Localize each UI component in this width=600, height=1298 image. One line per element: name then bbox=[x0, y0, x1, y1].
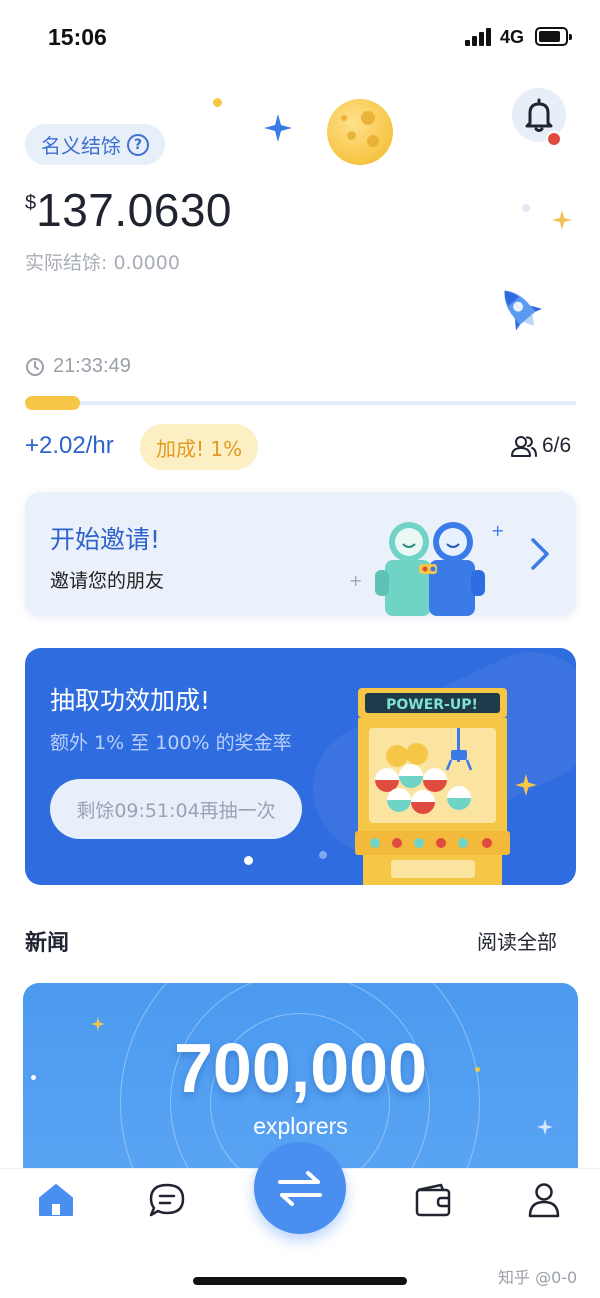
balance-amount: 137.0630 bbox=[36, 184, 232, 236]
news-headline-caption: explorers bbox=[253, 1113, 348, 1139]
draw-again-button[interactable]: 剩馀09:51:04再抽一次 bbox=[50, 779, 302, 839]
balance-display: $ 137.0630 bbox=[25, 183, 232, 237]
rocket-icon bbox=[504, 290, 543, 331]
mining-timer: 21:33:49 bbox=[25, 355, 131, 378]
moon-icon bbox=[327, 99, 393, 165]
astronaut-friends-illustration: + + bbox=[349, 521, 504, 616]
clock-icon bbox=[26, 357, 44, 376]
svg-text:+: + bbox=[349, 571, 362, 590]
draw-again-label: 剩馀09:51:04再抽一次 bbox=[76, 799, 276, 822]
team-icon bbox=[511, 436, 537, 457]
sparkle-dot-icon bbox=[319, 851, 327, 859]
status-time: 15:06 bbox=[48, 24, 107, 50]
bonus-badge: 加成! 1% bbox=[140, 424, 259, 470]
news-section-title: 新闻 bbox=[25, 931, 70, 956]
network-label: 4G bbox=[500, 27, 525, 47]
machine-sign: POWER-UP! bbox=[386, 697, 478, 713]
currency-symbol: $ bbox=[25, 192, 37, 214]
nominal-balance-pill[interactable]: 名义结馀 ? bbox=[25, 124, 165, 165]
home-icon[interactable] bbox=[36, 1182, 76, 1218]
chat-icon[interactable] bbox=[147, 1182, 187, 1218]
signal-icon bbox=[465, 28, 493, 46]
read-all-link[interactable]: 阅读全部 bbox=[477, 926, 557, 955]
wallet-icon[interactable] bbox=[413, 1182, 453, 1218]
star-icon bbox=[515, 774, 537, 796]
swap-icon bbox=[278, 1171, 322, 1206]
bonus-text: 加成! 1% bbox=[156, 436, 243, 461]
battery-icon bbox=[535, 27, 572, 46]
team-count[interactable]: 6/6 bbox=[510, 434, 571, 458]
claw-machine-illustration: POWER-UP! bbox=[355, 688, 510, 885]
invite-title: 开始邀请! bbox=[50, 525, 161, 554]
chevron-right-icon bbox=[531, 538, 549, 570]
notification-badge bbox=[546, 131, 562, 147]
mining-progress-bar bbox=[25, 396, 576, 410]
star-icon bbox=[264, 114, 292, 142]
invite-subtitle: 邀请您的朋友 bbox=[50, 570, 165, 592]
profile-icon[interactable] bbox=[524, 1182, 564, 1218]
swap-button[interactable] bbox=[254, 1142, 346, 1234]
powerup-draw-card: 抽取功效加成! 额外 1% 至 100% 的奖金率 剩馀09:51:04再抽一次… bbox=[25, 648, 576, 885]
timer-text: 21:33:49 bbox=[53, 355, 131, 377]
draw-title: 抽取功效加成! bbox=[50, 686, 211, 715]
sparkle-dot-icon bbox=[213, 98, 222, 107]
svg-text:+: + bbox=[491, 521, 504, 540]
news-headline-number: 700,000 bbox=[173, 1029, 428, 1107]
sparkle-dot-icon bbox=[522, 204, 530, 212]
team-count-text: 6/6 bbox=[542, 434, 572, 457]
draw-subtitle: 额外 1% 至 100% 的奖金率 bbox=[50, 732, 292, 754]
sparkle-dot-icon bbox=[244, 856, 253, 865]
status-bar: 15:06 4G bbox=[0, 0, 600, 70]
watermark: 知乎 @0-0 bbox=[498, 1268, 578, 1287]
star-icon bbox=[552, 210, 572, 230]
home-indicator[interactable] bbox=[193, 1277, 407, 1285]
actual-balance: 实际结馀: 0.0000 bbox=[25, 252, 180, 274]
invite-card[interactable]: 开始邀请! 邀请您的朋友 + + bbox=[25, 492, 576, 616]
help-icon[interactable]: ? bbox=[127, 133, 149, 156]
nominal-balance-label: 名义结馀 bbox=[41, 134, 121, 158]
mining-rate: +2.02/hr bbox=[25, 432, 114, 459]
